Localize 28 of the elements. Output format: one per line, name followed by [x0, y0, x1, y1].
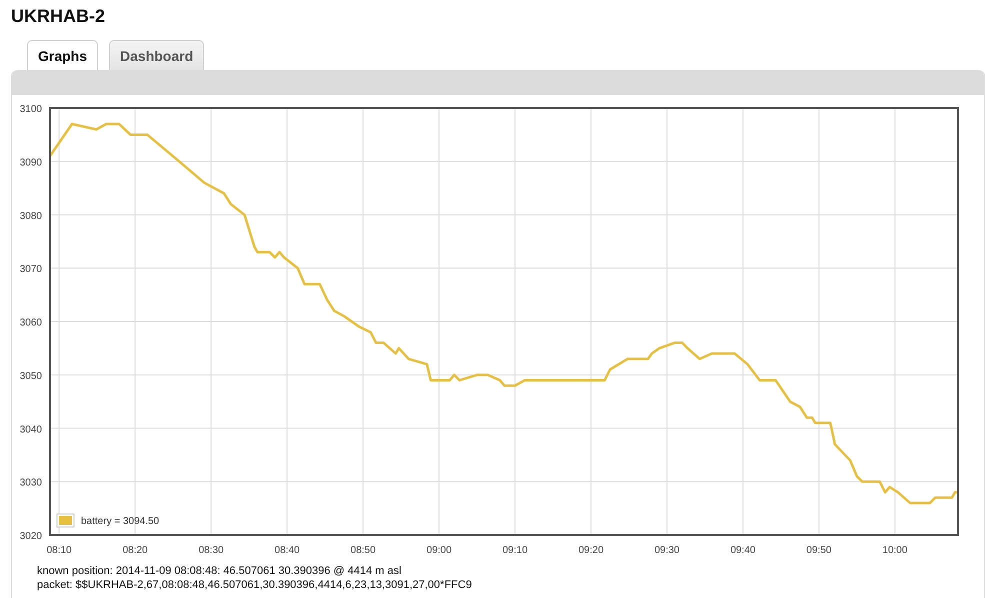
tab[interactable]: Dashboard — [109, 40, 204, 70]
x-tick-label: 09:00 — [426, 545, 452, 556]
x-tick-label: 09:30 — [654, 545, 680, 556]
x-tick-label: 09:20 — [578, 545, 604, 556]
info-text: packet: $$UKRHAB-2,67,08:08:48,46.507061,30.390396,4414,6,23,13,3091,27,00*FFC9 — [37, 578, 473, 592]
y-tick-label: 3100 — [20, 104, 42, 115]
x-tick-label: 08:50 — [350, 545, 376, 556]
info-text: known position: 2014-11-09 08:08:48: 46.507061 30.390396 @ 4414 m asl — [37, 564, 402, 578]
legend-label: battery = 3094.50 — [81, 516, 160, 527]
x-tick-label: 10:00 — [882, 545, 908, 556]
y-tick-label: 3080 — [20, 210, 42, 222]
x-tick-label: 08:40 — [274, 545, 300, 556]
page-title: UKRHAB-2 — [10, 5, 106, 28]
y-tick-label: 3030 — [20, 478, 42, 489]
x-tick-label: 09:10 — [502, 545, 528, 556]
y-tick-label: 3090 — [20, 157, 42, 168]
y-tick-label: 3060 — [20, 318, 42, 328]
x-tick-label: 08:10 — [46, 545, 72, 556]
y-tick-label: 3070 — [20, 264, 42, 276]
x-tick-label: 08:20 — [122, 545, 148, 556]
x-tick-label: 09:40 — [730, 545, 756, 556]
legend-swatch — [56, 514, 74, 528]
y-tick-label: 3020 — [20, 531, 42, 542]
tab[interactable]: Graphs — [27, 40, 98, 70]
y-tick-label: 3040 — [20, 424, 42, 436]
y-tick-label: 3050 — [20, 370, 42, 382]
x-tick-label: 09:50 — [806, 545, 832, 556]
x-tick-label: 08:30 — [198, 545, 224, 556]
